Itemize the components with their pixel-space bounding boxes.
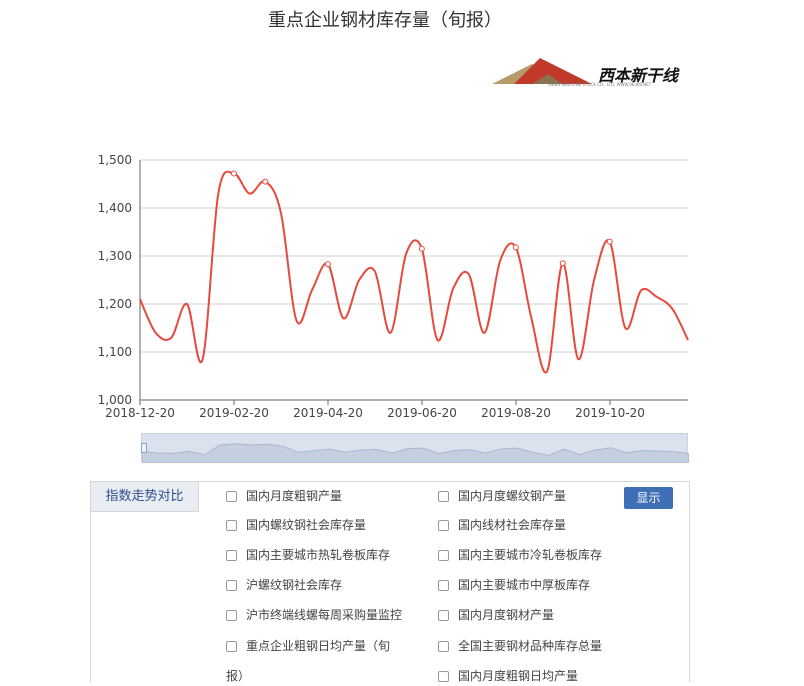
option-label: 全国主要钢材品种库存总量	[458, 639, 603, 653]
option-label: 国内线材社会库存量	[458, 518, 567, 532]
x-tick-label: 2019-08-20	[481, 406, 551, 420]
compare-option[interactable]: 国内主要城市热轧卷板库存	[226, 545, 390, 565]
option-checkbox[interactable]	[438, 610, 449, 621]
line-chart: 1,000 1,100 1,200 1,300 1,400 1,500 2018-12-20…	[98, 153, 689, 420]
compare-option[interactable]: 国内线材社会库存量	[438, 515, 566, 535]
compare-option[interactable]: 国内月度螺纹钢产量	[438, 486, 566, 506]
data-point	[262, 178, 269, 185]
option-label: 沪螺纹钢社会库存	[246, 578, 343, 592]
x-tick-label: 2018-12-20	[105, 406, 175, 420]
option-checkbox[interactable]	[438, 491, 449, 502]
option-label: 国内主要城市热轧卷板库存	[246, 548, 391, 562]
option-label: 沪市终端线螺每周采购量监控	[246, 608, 403, 622]
option-label: 国内月度钢材产量	[458, 608, 555, 622]
compare-option[interactable]: 国内主要城市中厚板库存	[438, 575, 590, 595]
y-tick-label: 1,500	[98, 153, 132, 167]
option-checkbox[interactable]	[438, 580, 449, 591]
y-tick-label: 1,400	[98, 201, 132, 215]
compare-option[interactable]: 沪市终端线螺每周采购量监控	[226, 605, 402, 625]
compare-option[interactable]: 国内月度粗钢产量	[226, 486, 342, 506]
series-line	[139, 170, 689, 374]
option-label: 国内螺纹钢社会库存量	[246, 518, 367, 532]
compare-option[interactable]: 国内月度钢材产量	[438, 605, 554, 625]
option-checkbox[interactable]	[226, 550, 237, 561]
x-tick-label: 2019-04-20	[293, 406, 363, 420]
x-tick-label: 2019-10-20	[575, 406, 645, 420]
data-point	[324, 261, 331, 268]
navigator-left-handle[interactable]	[141, 443, 147, 453]
data-point	[512, 244, 519, 251]
tab-index-compare[interactable]: 指数走势对比	[91, 482, 199, 512]
option-label: 国内月度螺纹钢产量	[458, 489, 567, 503]
option-label: 国内月度粗钢日均产量	[458, 669, 579, 683]
compare-option[interactable]: 沪螺纹钢社会库存	[226, 575, 342, 595]
range-navigator[interactable]	[141, 433, 689, 463]
option-checkbox[interactable]	[438, 671, 449, 682]
y-tick-label: 1,000	[98, 393, 132, 407]
show-button[interactable]: 显示	[624, 487, 673, 509]
data-point	[606, 238, 613, 245]
option-checkbox[interactable]	[438, 550, 449, 561]
option-checkbox[interactable]	[226, 491, 237, 502]
option-checkbox[interactable]	[226, 610, 237, 621]
option-label: 报）	[226, 669, 251, 683]
option-label: 国内主要城市冷轧卷板库存	[458, 548, 603, 562]
option-label: 国内主要城市中厚板库存	[458, 578, 591, 592]
data-point	[230, 170, 237, 177]
compare-option[interactable]: 全国主要钢材品种库存总量	[438, 636, 602, 656]
navigator-preview	[142, 443, 689, 463]
option-checkbox[interactable]	[438, 520, 449, 531]
navigator-series-area	[142, 443, 689, 463]
option-label: 重点企业粗钢日均产量（旬	[246, 639, 391, 653]
compare-option[interactable]: 国内螺纹钢社会库存量	[226, 515, 366, 535]
option-label: 国内月度粗钢产量	[246, 489, 343, 503]
compare-option[interactable]: 国内月度粗钢日均产量	[438, 666, 578, 686]
option-checkbox[interactable]	[226, 641, 237, 652]
compare-option[interactable]: 国内主要城市冷轧卷板库存	[438, 545, 602, 565]
option-checkbox[interactable]	[438, 641, 449, 652]
option-checkbox[interactable]	[226, 520, 237, 531]
data-point	[559, 260, 566, 267]
y-tick-label: 1,300	[98, 249, 132, 263]
x-tick-label: 2019-06-20	[387, 406, 457, 420]
compare-option[interactable]: 重点企业粗钢日均产量（旬	[226, 636, 390, 656]
data-point	[418, 245, 425, 252]
y-tick-label: 1,100	[98, 345, 132, 359]
y-tick-label: 1,200	[98, 297, 132, 311]
option-checkbox[interactable]	[226, 580, 237, 591]
x-tick-label: 2019-02-20	[199, 406, 269, 420]
compare-option: 报）	[226, 666, 250, 686]
